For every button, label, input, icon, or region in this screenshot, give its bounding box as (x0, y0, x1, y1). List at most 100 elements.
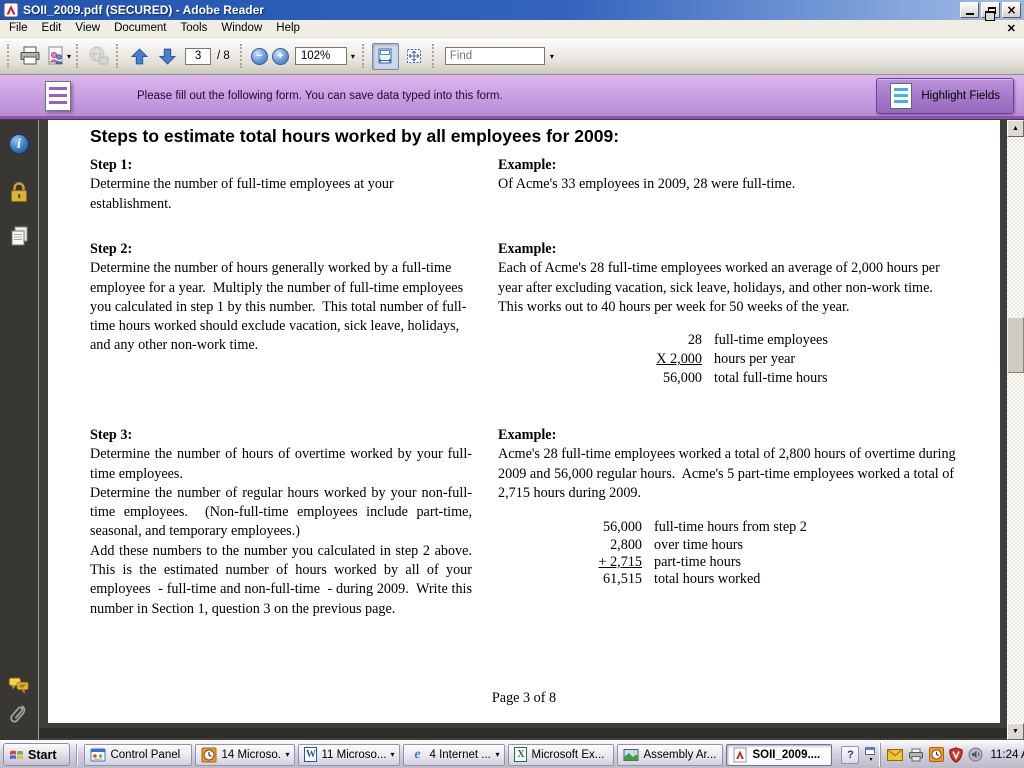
calc-label: full-time employees (714, 331, 828, 350)
start-label: Start (28, 748, 56, 762)
taskbar-button-excel[interactable]: X Microsoft Ex... (508, 744, 614, 766)
adobe-reader-icon (4, 3, 18, 17)
example-2-text: Each of Acme's 28 full-time employees wo… (498, 259, 960, 317)
printer-icon (19, 46, 41, 66)
pages-panel-button[interactable] (8, 225, 30, 247)
comments-panel-button[interactable] (8, 674, 30, 696)
calc-number: 2,800 (542, 537, 654, 554)
step-2-text: Determine the number of hours generally … (90, 259, 472, 355)
mail-tray-icon[interactable] (887, 749, 903, 761)
globe-icon (88, 46, 110, 66)
total-hours-calculation: 56,000 full-time hours from step 2 2,800… (542, 519, 807, 589)
restore-button[interactable] (981, 2, 1000, 18)
minimize-button[interactable] (960, 2, 979, 18)
highlight-fields-label: Highlight Fields (921, 90, 1000, 102)
control-panel-icon (90, 747, 106, 763)
taskbar-button-label: SOII_2009.... (752, 749, 820, 761)
zoom-level-box[interactable]: 102% (295, 47, 347, 65)
sign-collaborate-button[interactable]: ▾ (44, 42, 73, 70)
menu-tools[interactable]: Tools (174, 21, 215, 36)
find-dropdown-icon[interactable]: ▾ (545, 52, 559, 61)
menu-document[interactable]: Document (107, 21, 173, 36)
taskbar-button-soii-pdf[interactable]: SOII_2009.... (726, 744, 832, 766)
antivirus-shield-icon[interactable] (949, 747, 963, 763)
previous-page-button[interactable] (125, 42, 153, 70)
start-button[interactable]: Start (3, 743, 70, 766)
document-info-button[interactable]: i (8, 133, 30, 155)
calc-number: 56,000 (602, 369, 714, 388)
sign-dropdown-icon: ▾ (67, 52, 71, 61)
toolbar-grip (76, 44, 82, 68)
taskbar-button-assembly[interactable]: Assembly Ar... (617, 744, 723, 766)
example-3-heading: Example: (498, 426, 960, 445)
menu-view[interactable]: View (68, 21, 107, 36)
print-button[interactable] (16, 42, 44, 70)
group-dropdown-icon: ▾ (285, 750, 289, 759)
toolbar: ▾ / 8 − + 102% ▾ (0, 38, 1024, 75)
calc-label: total hours worked (654, 571, 807, 588)
scroll-up-button[interactable]: ▲ (1007, 120, 1024, 137)
find-input[interactable] (446, 50, 544, 62)
page-footer: Page 3 of 8 (48, 690, 1000, 707)
scrollbar-thumb[interactable] (1007, 317, 1024, 373)
form-message: Please fill out the following form. You … (137, 90, 503, 102)
step-2-row: Step 2: Determine the number of hours ge… (90, 240, 1000, 426)
group-dropdown-icon: ▾ (390, 750, 394, 759)
pane-bottom-bar (39, 728, 1024, 738)
toolbar-grip (116, 44, 122, 68)
scroll-down-button[interactable]: ▼ (1007, 723, 1024, 740)
clock-tray-icon[interactable] (929, 747, 944, 762)
form-notification-bar: Please fill out the following form. You … (0, 75, 1024, 119)
taskbar-button-control-panel[interactable]: Control Panel (84, 744, 192, 766)
navigation-sidebar: i (0, 120, 38, 740)
internet-explorer-icon: e (409, 747, 425, 763)
menu-edit[interactable]: Edit (35, 21, 69, 36)
taskbar: Start Control Panel 14 Microso... ▾ W 11… (0, 740, 1024, 768)
zoom-in-button[interactable]: + (272, 48, 289, 65)
calc-number: 28 (602, 331, 714, 350)
step-3-paragraph-2: Determine the number of regular hours wo… (90, 484, 472, 542)
taskbar-button-label: 14 Microso... (221, 749, 281, 761)
volume-tray-icon[interactable] (968, 747, 983, 762)
tray-clock[interactable]: 11:24 AM (990, 749, 1024, 761)
show-hidden-icons-toggle[interactable]: ▾ (863, 747, 877, 763)
page-number-input[interactable] (185, 48, 211, 65)
menu-help[interactable]: Help (269, 21, 307, 36)
next-page-button[interactable] (153, 42, 181, 70)
step-3-row: Step 3: Determine the number of hours of… (90, 426, 1000, 619)
close-icon: × (1006, 5, 1016, 15)
form-document-icon (45, 81, 71, 111)
system-tray: 11:24 AM (880, 743, 1024, 767)
close-button[interactable]: × (1002, 2, 1021, 18)
example-1-text: Of Acme's 33 employees in 2009, 28 were … (498, 175, 960, 194)
attachments-panel-button[interactable] (8, 704, 30, 726)
page-count-label: / 8 (217, 50, 230, 62)
document-close-icon[interactable]: ✕ (1007, 22, 1016, 35)
document-heading: Steps to estimate total hours worked by … (90, 126, 1000, 147)
menu-bar: File Edit View Document Tools Window Hel… (0, 20, 1024, 38)
pdf-icon (732, 747, 748, 763)
page-down-icon (158, 47, 177, 66)
zoom-out-button[interactable]: − (251, 48, 268, 65)
chevron-down-icon: ▾ (869, 756, 872, 763)
info-icon: i (9, 134, 29, 154)
email-share-button[interactable] (85, 42, 113, 70)
minimize-icon (966, 13, 974, 15)
menu-window[interactable]: Window (214, 21, 269, 36)
menu-file[interactable]: File (2, 21, 35, 36)
printer-tray-icon[interactable] (908, 748, 924, 762)
highlight-fields-button[interactable]: Highlight Fields (876, 78, 1014, 114)
help-tray-button[interactable]: ? (841, 746, 859, 764)
fit-page-button[interactable] (401, 43, 428, 70)
page-up-icon (130, 47, 149, 66)
taskbar-group-internet-explorer[interactable]: e 4 Internet ... ▾ (403, 744, 505, 766)
restore-icon (988, 7, 996, 14)
taskbar-group-word[interactable]: W 11 Microso... ▾ (298, 744, 400, 766)
security-settings-button[interactable] (8, 181, 30, 203)
vertical-scrollbar[interactable]: ▲ ▼ (1007, 120, 1024, 740)
paperclip-icon (9, 703, 29, 727)
zoom-dropdown-icon[interactable]: ▾ (347, 52, 359, 61)
scrolling-mode-button[interactable] (372, 43, 399, 70)
taskbar-group-outlook-reminders[interactable]: 14 Microso... ▾ (195, 744, 295, 766)
full-time-hours-calculation: 28 full-time employees X 2,000 hours per… (602, 331, 828, 388)
